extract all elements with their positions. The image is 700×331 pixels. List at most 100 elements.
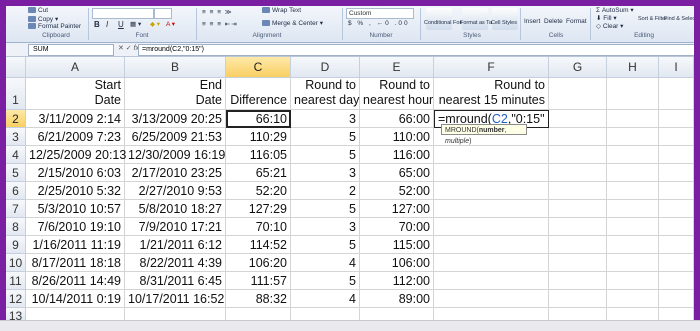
format-button[interactable]: Format — [566, 18, 587, 25]
cell-e-value[interactable]: 106:00 — [360, 254, 434, 272]
cell-c-value[interactable]: 88:32 — [226, 290, 291, 308]
align-top-icons[interactable]: ≡ ≡ ≡ ≫ — [202, 8, 233, 16]
row-header[interactable]: 3 — [6, 128, 26, 146]
cell-d-value[interactable]: 5 — [291, 200, 360, 218]
empty-cell[interactable] — [549, 110, 607, 128]
cell-a-value[interactable]: 3/11/2009 2:14 — [26, 110, 125, 128]
cell-b-value[interactable]: 1/21/2011 6:12 — [125, 236, 226, 254]
cell-d-value[interactable]: 2 — [291, 182, 360, 200]
cell-c-value[interactable]: 116:05 — [226, 146, 291, 164]
header-cell-difference[interactable]: Difference — [226, 78, 291, 110]
align-left-icons[interactable]: ≡ ≡ ≡ ⇤⇥ — [202, 20, 238, 28]
header-cell-round-hour[interactable]: Round to nearest hour — [360, 78, 434, 110]
cell-e-value[interactable]: 66:00 — [360, 110, 434, 128]
empty-cell[interactable] — [659, 182, 694, 200]
empty-cell[interactable] — [659, 128, 694, 146]
font-name-box[interactable] — [92, 8, 154, 19]
cell-b-value[interactable]: 2/27/2010 9:53 — [125, 182, 226, 200]
empty-cell[interactable] — [659, 78, 694, 110]
empty-cell[interactable] — [549, 146, 607, 164]
empty-cell[interactable] — [659, 218, 694, 236]
column-header-e[interactable]: E — [360, 57, 434, 78]
italic-button[interactable]: I — [106, 20, 108, 29]
cell-e-value[interactable]: 127:00 — [360, 200, 434, 218]
empty-cell[interactable] — [659, 164, 694, 182]
row-header[interactable]: 7 — [6, 200, 26, 218]
empty-cell[interactable] — [434, 218, 549, 236]
column-header-g[interactable]: G — [549, 57, 607, 78]
font-color-icon[interactable]: A ▾ — [166, 20, 175, 28]
bold-button[interactable]: B — [94, 20, 100, 29]
fill-color-icon[interactable]: ◆ ▾ — [150, 20, 160, 28]
cell-b-value[interactable]: 2/17/2010 23:25 — [125, 164, 226, 182]
empty-cell[interactable] — [549, 272, 607, 290]
cell-e-value[interactable]: 65:00 — [360, 164, 434, 182]
cell-b-value[interactable]: 12/30/2009 16:19 — [125, 146, 226, 164]
empty-cell[interactable] — [434, 236, 549, 254]
empty-cell[interactable] — [659, 272, 694, 290]
delete-button[interactable]: Delete — [544, 18, 563, 25]
cell-d-value[interactable]: 5 — [291, 128, 360, 146]
cell-d-value[interactable]: 5 — [291, 272, 360, 290]
empty-cell[interactable] — [607, 254, 659, 272]
cell-b-value[interactable]: 8/22/2011 4:39 — [125, 254, 226, 272]
cell-b-value[interactable]: 3/13/2009 20:25 — [125, 110, 226, 128]
empty-cell[interactable] — [659, 236, 694, 254]
empty-cell[interactable] — [434, 182, 549, 200]
column-header-c[interactable]: C — [226, 57, 291, 78]
empty-cell[interactable] — [434, 272, 549, 290]
empty-cell[interactable] — [607, 236, 659, 254]
borders-icon[interactable]: ▦ ▾ — [130, 20, 141, 28]
cell-a-value[interactable]: 10/14/2011 0:19 — [26, 290, 125, 308]
column-header-d[interactable]: D — [291, 57, 360, 78]
empty-cell[interactable] — [607, 78, 659, 110]
header-cell-end-date[interactable]: End Date — [125, 78, 226, 110]
find-select-button[interactable]: Find & Select — [664, 16, 697, 22]
cell-b-value[interactable]: 6/25/2009 21:53 — [125, 128, 226, 146]
cell-c-value[interactable]: 106:20 — [226, 254, 291, 272]
cell-e-value[interactable]: 70:00 — [360, 218, 434, 236]
row-header[interactable]: 9 — [6, 236, 26, 254]
column-header-f[interactable]: F — [434, 57, 549, 78]
row-header[interactable]: 4 — [6, 146, 26, 164]
empty-cell[interactable] — [607, 272, 659, 290]
cut-button[interactable]: Cut — [28, 7, 48, 14]
format-as-table-button[interactable] — [462, 8, 488, 30]
cell-a-value[interactable]: 5/3/2010 10:57 — [26, 200, 125, 218]
empty-cell[interactable] — [607, 200, 659, 218]
cell-a-value[interactable]: 6/21/2009 7:23 — [26, 128, 125, 146]
empty-cell[interactable] — [607, 218, 659, 236]
empty-cell[interactable] — [549, 182, 607, 200]
cell-d-value[interactable]: 3 — [291, 164, 360, 182]
empty-cell[interactable] — [659, 290, 694, 308]
cell-d-value[interactable]: 4 — [291, 254, 360, 272]
empty-cell[interactable] — [607, 128, 659, 146]
cell-b-value[interactable]: 7/9/2010 17:21 — [125, 218, 226, 236]
empty-cell[interactable] — [549, 164, 607, 182]
empty-cell[interactable] — [549, 200, 607, 218]
cell-a-value[interactable]: 8/26/2011 14:49 — [26, 272, 125, 290]
clear-button[interactable]: ◇ Clear ▾ — [596, 22, 623, 30]
empty-cell[interactable] — [607, 146, 659, 164]
cell-c-value[interactable]: 110:29 — [226, 128, 291, 146]
name-box[interactable]: SUM — [28, 44, 114, 56]
empty-cell[interactable] — [434, 200, 549, 218]
empty-cell[interactable] — [659, 146, 694, 164]
empty-cell[interactable] — [434, 254, 549, 272]
empty-cell[interactable] — [549, 254, 607, 272]
column-header-h[interactable]: H — [607, 57, 659, 78]
empty-cell[interactable] — [549, 218, 607, 236]
cell-d-value[interactable]: 5 — [291, 236, 360, 254]
sort-filter-button[interactable]: Sort & Filter — [638, 16, 667, 22]
cell-c-value[interactable]: 70:10 — [226, 218, 291, 236]
column-header-b[interactable]: B — [125, 57, 226, 78]
cell-e-value[interactable]: 115:00 — [360, 236, 434, 254]
underline-button[interactable]: U — [118, 20, 124, 29]
cell-c-value[interactable]: 65:21 — [226, 164, 291, 182]
cell-styles-button[interactable] — [492, 8, 518, 30]
cell-c-value[interactable]: 52:20 — [226, 182, 291, 200]
number-format-select[interactable]: Custom — [346, 8, 414, 19]
row-header[interactable]: 2 — [6, 110, 26, 128]
cell-d-value[interactable]: 3 — [291, 218, 360, 236]
fill-button[interactable]: ⬇ Fill ▾ — [596, 14, 617, 22]
